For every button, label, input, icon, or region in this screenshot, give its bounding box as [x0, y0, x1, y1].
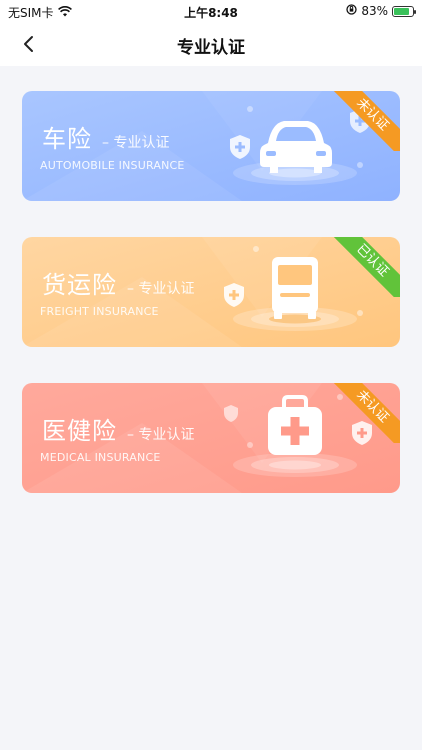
status-right: 83% [346, 4, 416, 18]
card-title-row: 货运险 – 专业认证 [42, 265, 194, 300]
battery-fill [394, 7, 409, 15]
card-name: 货运险 [42, 271, 117, 299]
status-badge: 未认证 [329, 91, 400, 151]
navigation-bar: 专业认证 [0, 22, 422, 66]
status-ribbon: 已认证 [328, 237, 400, 297]
card-subtitle: – 专业认证 [127, 427, 195, 443]
card-freight-insurance[interactable]: 货运险 – 专业认证 FREIGHT INSURANCE 已认证 [22, 237, 400, 347]
card-english-name: AUTOMOBILE INSURANCE [40, 159, 185, 172]
card-english-name: MEDICAL INSURANCE [40, 451, 161, 464]
page-title: 专业认证 [177, 38, 245, 58]
card-automobile-insurance[interactable]: 车险 – 专业认证 AUTOMOBILE INSURANCE 未认证 [22, 91, 400, 201]
status-ribbon: 未认证 [328, 91, 400, 151]
orientation-lock-icon [346, 4, 357, 18]
card-title-row: 车险 – 专业认证 [42, 119, 169, 154]
status-ribbon: 未认证 [328, 383, 400, 443]
card-medical-insurance[interactable]: 医健险 – 专业认证 MEDICAL INSURANCE 未认证 [22, 383, 400, 493]
card-name: 车险 [42, 125, 92, 153]
battery-icon [392, 5, 416, 17]
status-bar: 无SIM卡 上午8:48 83% [0, 0, 422, 22]
status-badge: 未认证 [329, 383, 400, 443]
status-badge: 已认证 [329, 237, 400, 297]
card-name: 医健险 [42, 417, 117, 445]
card-subtitle: – 专业认证 [102, 135, 170, 151]
battery-percent: 83% [361, 4, 388, 18]
card-english-name: FREIGHT INSURANCE [40, 305, 159, 318]
card-title-row: 医健险 – 专业认证 [42, 411, 194, 446]
card-subtitle: – 专业认证 [127, 281, 195, 297]
